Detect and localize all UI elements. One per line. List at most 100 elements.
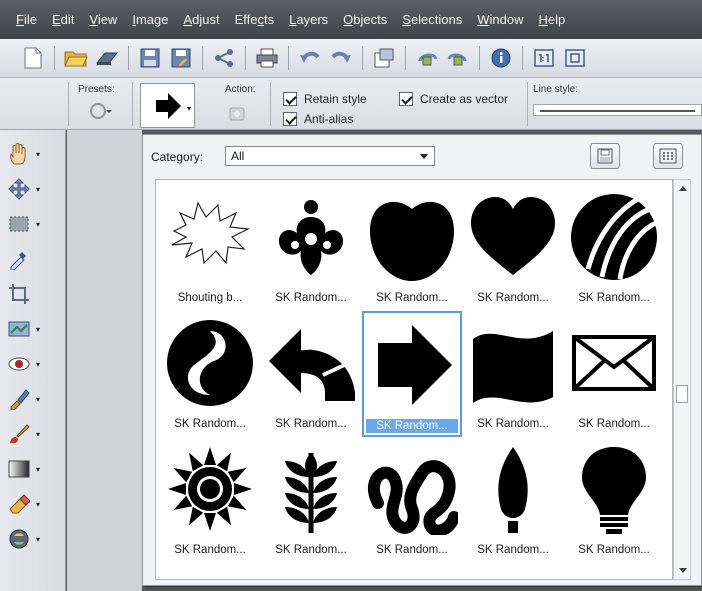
- toolbar-separator: [245, 46, 246, 70]
- line-style-dropdown[interactable]: [533, 104, 702, 116]
- chevron-down-icon: ▾: [36, 149, 41, 159]
- arrow-right-icon: [368, 319, 460, 411]
- create-as-vector-checkbox[interactable]: Create as vector: [399, 92, 508, 106]
- open-icon[interactable]: [63, 45, 89, 71]
- shape-thumbnail[interactable]: SK Random...: [261, 311, 361, 437]
- menu-layers[interactable]: Layers: [289, 12, 328, 27]
- shape-thumbnail[interactable]: SK Random...: [463, 437, 563, 563]
- toolbar-separator: [128, 46, 129, 70]
- shape-thumbnail[interactable]: SK Random...: [463, 311, 563, 437]
- menu-view[interactable]: View: [89, 12, 117, 27]
- menu-window[interactable]: Window: [477, 12, 523, 27]
- striped-ball-icon: [568, 191, 660, 283]
- resize-icon[interactable]: [371, 45, 397, 71]
- dropper-tool[interactable]: [6, 245, 62, 273]
- scroll-down-icon[interactable]: [679, 568, 687, 573]
- shape-thumbnail[interactable]: SK Random...: [261, 437, 361, 563]
- redo-icon[interactable]: [328, 45, 354, 71]
- clone-tool[interactable]: ▾: [6, 385, 62, 413]
- menu-selections[interactable]: Selections: [402, 12, 462, 27]
- gradient-tool[interactable]: ▾: [6, 455, 62, 483]
- shape-thumbnail[interactable]: SK Random...: [564, 185, 664, 311]
- chevron-down-icon: ▾: [36, 219, 41, 229]
- shape-thumbnail[interactable]: SK Random...: [463, 185, 563, 311]
- paint-brush-tool[interactable]: ▾: [6, 420, 62, 448]
- crop-tool-icon: [6, 281, 32, 307]
- retain-style-label: Retain style: [304, 92, 367, 106]
- move-tool[interactable]: ▾: [6, 175, 62, 203]
- scan-icon[interactable]: [94, 45, 120, 71]
- curved-arrow-icon: [265, 317, 357, 409]
- shape-thumbnail[interactable]: Shouting b...: [160, 185, 260, 311]
- eraser-tool[interactable]: ▾: [6, 490, 62, 518]
- new-icon[interactable]: [20, 45, 46, 71]
- toolbar-separator: [54, 46, 55, 70]
- shape-thumbnail[interactable]: SK Random...: [362, 311, 462, 437]
- rotate-left-icon[interactable]: [414, 45, 440, 71]
- checkbox-box: [399, 92, 413, 106]
- fit-icon[interactable]: [562, 45, 588, 71]
- color-changer-tool[interactable]: ▾: [6, 525, 62, 553]
- info-icon[interactable]: [488, 45, 514, 71]
- shape-label: SK Random...: [366, 419, 458, 433]
- rotate-right-icon[interactable]: [445, 45, 471, 71]
- anti-alias-checkbox[interactable]: Anti-alias: [283, 112, 353, 126]
- shape-picker-panel: Category: All Shouting b... SK Random... S…: [142, 134, 702, 586]
- print-icon[interactable]: [254, 45, 280, 71]
- menu-edit[interactable]: Edit: [52, 12, 74, 27]
- scroll-thumb[interactable]: [676, 385, 688, 403]
- chevron-down-icon: ▾: [36, 464, 41, 474]
- category-dropdown[interactable]: All: [225, 146, 435, 166]
- chevron-down-icon: ▾: [36, 324, 41, 334]
- menu-adjust[interactable]: Adjust: [183, 12, 219, 27]
- anti-alias-label: Anti-alias: [304, 112, 354, 126]
- save-icon[interactable]: [137, 45, 163, 71]
- menu-image[interactable]: Image: [132, 12, 168, 27]
- shape-thumbnail[interactable]: SK Random...: [362, 185, 462, 311]
- action-icon: [228, 104, 246, 125]
- pan-tool[interactable]: ▾: [6, 140, 62, 168]
- gradient-tool-icon: [6, 456, 32, 482]
- palette-gutter: [67, 130, 142, 591]
- candle-flame-icon: [467, 443, 559, 535]
- straighten-tool[interactable]: ▾: [6, 315, 62, 343]
- shape-thumbnail[interactable]: SK Random...: [261, 185, 361, 311]
- red-eye-tool[interactable]: ▾: [6, 350, 62, 378]
- toolbar-separator: [405, 46, 406, 70]
- scroll-up-icon[interactable]: [679, 186, 687, 191]
- shape-label: SK Random...: [275, 544, 347, 556]
- shape-thumbnail[interactable]: SK Random...: [160, 311, 260, 437]
- retain-style-checkbox[interactable]: Retain style: [283, 92, 367, 106]
- menu-objects[interactable]: Objects: [343, 12, 387, 27]
- save-preset-button[interactable]: [590, 143, 620, 169]
- shape-picker-button[interactable]: ▾: [140, 83, 195, 128]
- resource-manager-button[interactable]: [653, 143, 683, 169]
- menu-file[interactable]: File: [16, 12, 37, 27]
- shape-thumbnail[interactable]: SK Random...: [362, 437, 462, 563]
- lotus-knot-icon: [366, 443, 458, 535]
- shape-grid-scrollbar[interactable]: [673, 179, 691, 580]
- undo-icon[interactable]: [297, 45, 323, 71]
- menu-effects[interactable]: Effects: [235, 12, 275, 27]
- crop-tool[interactable]: [6, 280, 62, 308]
- create-as-vector-label: Create as vector: [420, 92, 509, 106]
- toolbar-separator: [288, 46, 289, 70]
- shape-thumbnail[interactable]: SK Random...: [564, 437, 664, 563]
- shape-label: SK Random...: [578, 292, 650, 304]
- save-as-icon[interactable]: [168, 45, 194, 71]
- menu-bar: File Edit View Image Adjust Effects Layers Obje…: [0, 0, 702, 39]
- chevron-down-icon: ▾: [36, 429, 41, 439]
- action-label: Action:: [225, 84, 256, 95]
- shape-thumbnail[interactable]: SK Random...: [564, 311, 664, 437]
- shape-thumbnail[interactable]: SK Random...: [160, 437, 260, 563]
- presets-button[interactable]: [74, 94, 122, 126]
- options-separator: [270, 82, 271, 126]
- clone-tool-icon: [6, 386, 32, 412]
- actual-size-icon[interactable]: [531, 45, 557, 71]
- share-icon[interactable]: [211, 45, 237, 71]
- shape-label: SK Random...: [275, 292, 347, 304]
- shape-label: SK Random...: [376, 544, 448, 556]
- resource-manager-icon: [659, 148, 677, 164]
- selection-tool[interactable]: ▾: [6, 210, 62, 238]
- menu-help[interactable]: Help: [539, 12, 566, 27]
